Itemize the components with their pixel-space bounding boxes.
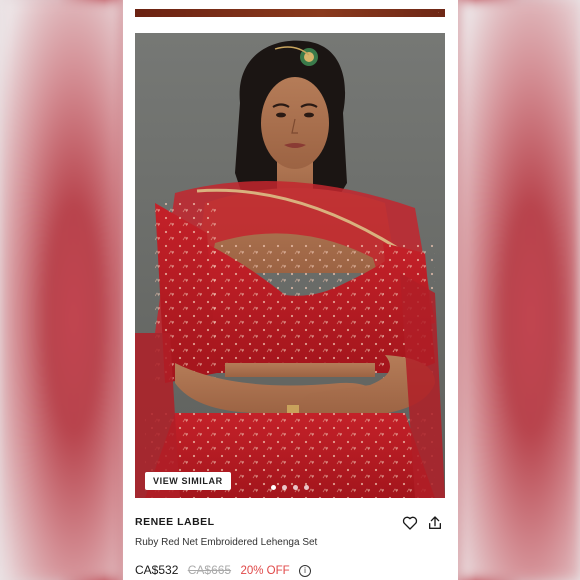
carousel-dot[interactable] [304,485,309,490]
share-icon[interactable] [427,515,443,531]
previous-image-watermark: · [437,10,439,15]
original-price: CA$665 [187,563,232,577]
blurred-background-right [457,0,580,580]
current-price: CA$532 [135,563,179,577]
model-wearing-lehenga-image [135,33,445,498]
carousel-dot[interactable] [271,485,276,490]
carousel-indicator [135,485,445,490]
info-icon[interactable]: i [299,565,311,577]
screenshot-stage: · VIEW SIMILAR RENEE LABEL Ruby Red Net … [0,0,580,580]
product-photo[interactable]: VIEW SIMILAR [135,33,445,498]
carousel-dot[interactable] [293,485,298,490]
previous-listing-image[interactable]: · [135,9,445,17]
product-card: · VIEW SIMILAR RENEE LABEL Ruby Red Net … [123,0,458,580]
discount-badge: 20% OFF [240,565,290,577]
product-title[interactable]: Ruby Red Net Embroidered Lehenga Set [135,537,317,548]
carousel-dot[interactable] [282,485,287,490]
heart-icon[interactable] [402,515,418,531]
brand-name[interactable]: RENEE LABEL [135,516,215,528]
price-row: CA$532 CA$665 20% OFF i [135,563,311,577]
blurred-background-left [0,0,123,580]
